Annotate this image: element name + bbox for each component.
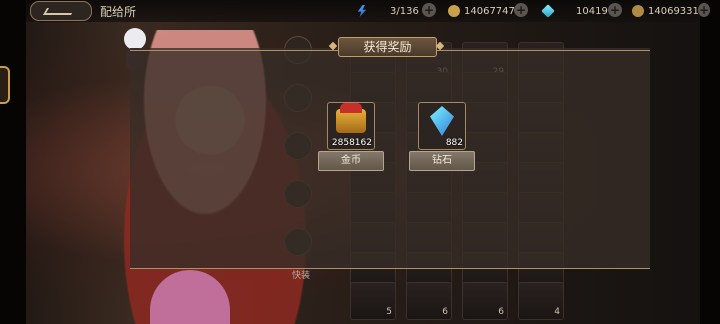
- add-coins-button[interactable]: +: [514, 3, 528, 17]
- page-title: 配给所: [100, 5, 137, 19]
- reward-header: 获得奖励: [338, 37, 437, 57]
- cell-count: 6: [498, 307, 504, 317]
- inventory-cell[interactable]: 6: [406, 282, 452, 320]
- gem-icon: [541, 4, 555, 18]
- treasure-chest-icon: [336, 103, 366, 133]
- divider: [130, 268, 650, 269]
- inventory-cell[interactable]: 6: [462, 282, 508, 320]
- game-scene: 30295664 配给所 3/136 + 140677472 + 10419 +…: [0, 0, 720, 324]
- cell-count: 6: [442, 307, 448, 317]
- reward-label: 金币: [318, 151, 384, 171]
- left-edge: [0, 0, 26, 324]
- faint-label: 快装: [292, 271, 311, 281]
- lightning-icon: [357, 5, 367, 17]
- gems-display: 10419: [541, 3, 608, 19]
- inventory-cell[interactable]: 5: [350, 282, 396, 320]
- stamina-value: 3/136: [390, 5, 419, 17]
- coin-icon: [448, 5, 460, 17]
- reward-count: 882: [445, 138, 463, 148]
- reward-item-diamonds[interactable]: 882: [418, 102, 466, 150]
- inventory-cell[interactable]: 4: [518, 282, 564, 320]
- coins-display: 140677472: [448, 3, 521, 19]
- cell-count: 4: [554, 307, 560, 317]
- reward-overlay[interactable]: [130, 48, 650, 268]
- reward-label: 钻石: [409, 151, 475, 171]
- gold-icon: [632, 5, 644, 17]
- reward-title: 获得奖励: [363, 40, 412, 54]
- diamond-icon: [430, 106, 454, 136]
- reward-count: 2858162: [331, 138, 372, 148]
- reward-item-coins[interactable]: 2858162: [327, 102, 375, 150]
- side-tab[interactable]: [0, 66, 10, 104]
- back-arrow-icon[interactable]: [30, 1, 92, 21]
- gems-value: 10419: [576, 5, 608, 17]
- right-edge: [700, 0, 720, 324]
- stamina-display: 3/136: [356, 3, 419, 19]
- add-gold-button[interactable]: +: [698, 3, 710, 17]
- gold-display: 140693319: [632, 3, 705, 19]
- cell-count: 5: [386, 307, 392, 317]
- add-stamina-button[interactable]: +: [422, 3, 436, 17]
- gold-value: 140693319: [648, 5, 706, 17]
- add-gems-button[interactable]: +: [608, 3, 622, 17]
- coins-value: 140677472: [464, 5, 522, 17]
